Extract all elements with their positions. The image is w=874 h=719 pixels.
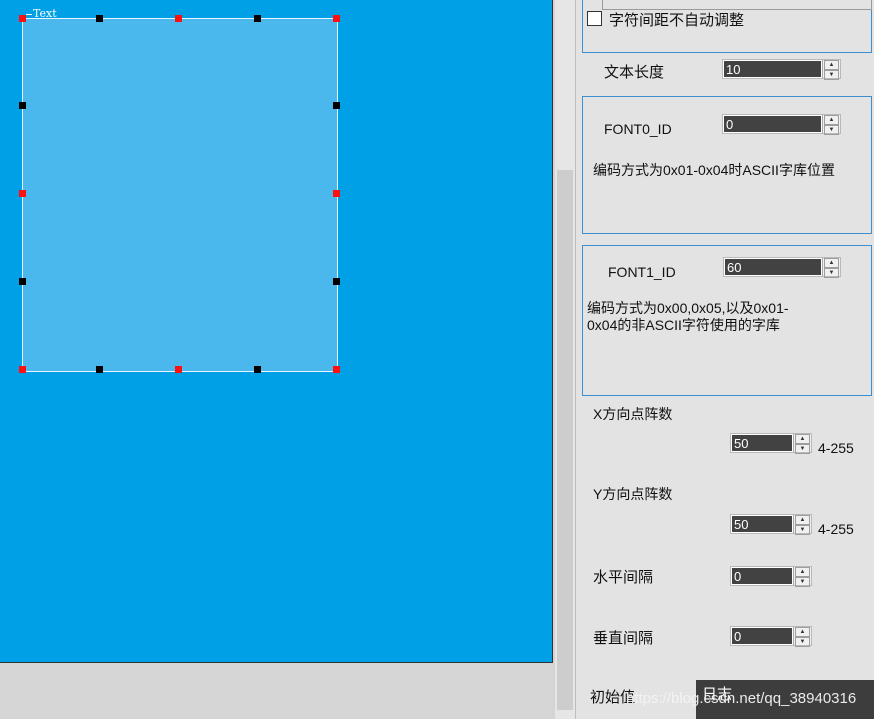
x-dots-value[interactable]: 50 — [731, 434, 793, 452]
spin-up-icon[interactable]: ▲ — [795, 567, 810, 577]
y-dots-spinner[interactable]: 50 ▲ ▼ — [730, 514, 812, 535]
resize-handle-bottom-3[interactable] — [254, 366, 261, 373]
text-length-label: 文本长度 — [604, 64, 665, 81]
font1-group: FONT1_ID 60 ▲ ▼ 编码方式为0x00,0x05,以及0x01-0x… — [582, 245, 872, 396]
text-widget-label: Text — [26, 7, 57, 20]
group-top-edge — [602, 0, 872, 10]
spin-down-icon[interactable]: ▼ — [795, 525, 810, 535]
resize-handle-right-mid[interactable] — [333, 190, 340, 197]
resize-handle-bottom-mid[interactable] — [175, 366, 182, 373]
spin-down-icon[interactable]: ▼ — [824, 70, 839, 80]
resize-handle-top-right[interactable] — [333, 15, 340, 22]
resize-handle-top-left[interactable] — [19, 15, 26, 22]
v-spacing-spinner[interactable]: 0 ▲ ▼ — [730, 626, 812, 647]
h-spacing-spinner[interactable]: 0 ▲ ▼ — [730, 566, 812, 587]
resize-handle-left-mid[interactable] — [19, 190, 26, 197]
font0-label: FONT0_ID — [604, 121, 672, 137]
spin-down-icon[interactable]: ▼ — [795, 637, 810, 647]
font0-group: FONT0_ID 0 ▲ ▼ 编码方式为0x01-0x04时ASCII字库位置 — [582, 96, 872, 234]
resize-handle-bottom-right[interactable] — [333, 366, 340, 373]
spin-down-icon[interactable]: ▼ — [824, 125, 839, 135]
x-dots-range: 4-255 — [818, 440, 854, 456]
design-canvas[interactable]: Text — [0, 0, 553, 663]
resize-handle-bottom-1[interactable] — [96, 366, 103, 373]
spin-down-icon[interactable]: ▼ — [824, 268, 839, 278]
spin-up-icon[interactable]: ▲ — [824, 115, 839, 125]
x-dots-spinner[interactable]: 50 ▲ ▼ — [730, 433, 812, 454]
properties-panel: 字符间距不自动调整 文本长度 10 ▲ ▼ FONT0_ID 0 ▲ ▼ 编码方… — [576, 0, 874, 719]
spin-up-icon[interactable]: ▲ — [795, 434, 810, 444]
y-dots-value[interactable]: 50 — [731, 515, 793, 533]
font1-spinner[interactable]: 60 ▲ ▼ — [723, 257, 841, 278]
spin-up-icon[interactable]: ▲ — [795, 515, 810, 525]
h-spacing-value[interactable]: 0 — [731, 567, 793, 585]
letter-spacing-label: 字符间距不自动调整 — [609, 12, 745, 29]
spin-up-icon[interactable]: ▲ — [795, 627, 810, 637]
font0-spinner[interactable]: 0 ▲ ▼ — [722, 114, 841, 135]
font0-value[interactable]: 0 — [723, 115, 822, 133]
resize-handle-left-3[interactable] — [19, 278, 26, 285]
spin-down-icon[interactable]: ▼ — [795, 444, 810, 454]
spin-up-icon[interactable]: ▲ — [824, 60, 839, 70]
panel-scrollbar[interactable] — [555, 0, 575, 719]
scrollbar-thumb[interactable] — [557, 170, 573, 710]
resize-handle-top-3[interactable] — [254, 15, 261, 22]
resize-handle-bottom-left[interactable] — [19, 366, 26, 373]
spin-up-icon[interactable]: ▲ — [824, 258, 839, 268]
font1-label: FONT1_ID — [608, 264, 676, 280]
font0-description: 编码方式为0x01-0x04时ASCII字库位置 — [593, 162, 835, 178]
text-widget[interactable] — [22, 18, 338, 372]
y-dots-range: 4-255 — [818, 521, 854, 537]
watermark-text: https://blog.csdn.net/qq_38940316 — [626, 690, 857, 707]
v-spacing-label: 垂直间隔 — [593, 630, 654, 647]
spin-down-icon[interactable]: ▼ — [795, 577, 810, 587]
v-spacing-value[interactable]: 0 — [731, 627, 793, 645]
canvas-footer — [0, 663, 553, 719]
font1-description: 编码方式为0x00,0x05,以及0x01-0x04的非ASCII字符使用的字库 — [587, 300, 789, 333]
resize-handle-right-1[interactable] — [333, 102, 340, 109]
text-length-spinner[interactable]: 10 ▲ ▼ — [722, 59, 841, 80]
resize-handle-top-mid[interactable] — [175, 15, 182, 22]
h-spacing-label: 水平间隔 — [593, 569, 654, 586]
text-length-value[interactable]: 10 — [723, 60, 822, 78]
resize-handle-left-1[interactable] — [19, 102, 26, 109]
letter-spacing-checkbox[interactable] — [587, 11, 602, 26]
y-dots-label: Y方向点阵数 — [593, 486, 673, 502]
resize-handle-top-1[interactable] — [96, 15, 103, 22]
x-dots-label: X方向点阵数 — [593, 406, 673, 422]
resize-handle-right-3[interactable] — [333, 278, 340, 285]
font1-value[interactable]: 60 — [724, 258, 822, 276]
